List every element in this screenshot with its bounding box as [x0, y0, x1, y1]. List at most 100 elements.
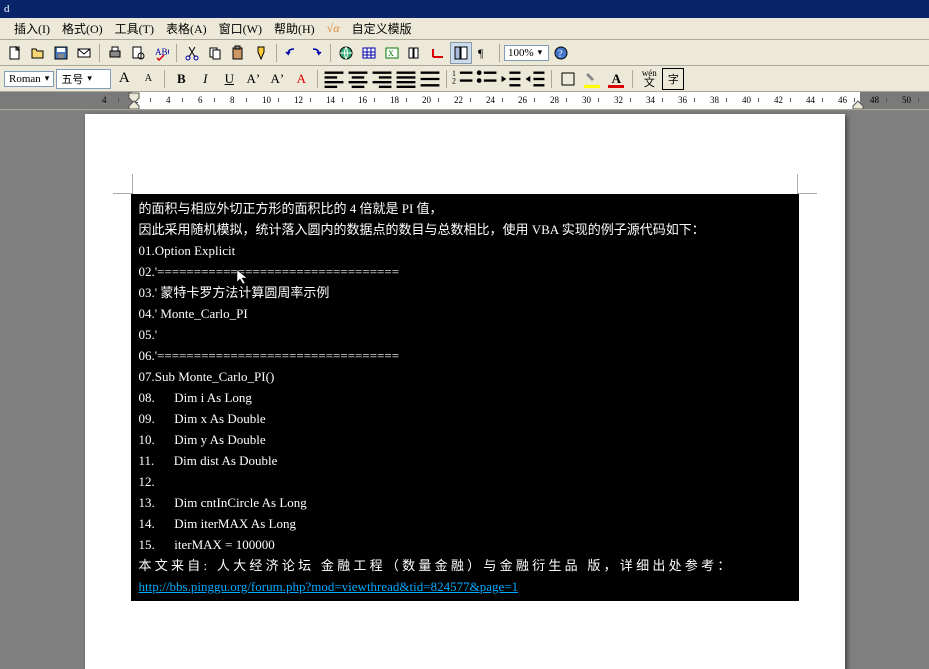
menu-custom-template[interactable]: 自定义模版	[346, 18, 418, 39]
separator	[551, 70, 552, 88]
align-distribute-button[interactable]	[419, 68, 441, 90]
menu-math[interactable]: √α	[327, 21, 340, 36]
print-preview-button[interactable]	[127, 42, 149, 64]
help-button[interactable]: ?	[550, 42, 572, 64]
separator	[632, 70, 633, 88]
columns-button[interactable]	[404, 42, 426, 64]
spellcheck-button[interactable]: ABC	[150, 42, 172, 64]
document-area[interactable]: 的面积与相应外切正方形的面积比的 4 倍就是 PI 值，因此采用随机模拟，统计落…	[0, 110, 929, 669]
code-line: 12.	[139, 471, 791, 492]
drawing-button[interactable]	[427, 42, 449, 64]
code-line: 的面积与相应外切正方形的面积比的 4 倍就是 PI 值，	[139, 198, 791, 219]
print-button[interactable]	[104, 42, 126, 64]
separator	[99, 44, 100, 62]
ruler-tick: 18	[390, 95, 399, 105]
numbered-list-button[interactable]: 12	[452, 68, 474, 90]
menu-tools[interactable]: 工具(T)	[109, 18, 160, 39]
ruler-tick: 24	[486, 95, 495, 105]
ruler-tick: 46	[838, 95, 847, 105]
ruler-tick: 30	[582, 95, 591, 105]
svg-text:ABC: ABC	[155, 47, 169, 57]
ruler-tick: 16	[358, 95, 367, 105]
ruler-tick: 32	[614, 95, 623, 105]
doc-map-button[interactable]	[450, 42, 472, 64]
separator	[164, 70, 165, 88]
undo-button[interactable]	[281, 42, 303, 64]
code-line: 13. Dim cntInCircle As Long	[139, 492, 791, 513]
svg-text:2: 2	[452, 76, 456, 85]
ruler-tick: 34	[646, 95, 655, 105]
subscript-button[interactable]: Aʼ	[266, 68, 288, 90]
highlight-color-button[interactable]	[581, 68, 603, 90]
ruler-tick: 6	[198, 95, 203, 105]
align-center-button[interactable]	[347, 68, 369, 90]
source-link-line: http://bbs.pinggu.org/forum.php?mod=view…	[139, 576, 791, 597]
hyperlink-button[interactable]	[335, 42, 357, 64]
code-line: 09. Dim x As Double	[139, 408, 791, 429]
italic-button[interactable]: I	[194, 68, 216, 90]
border-button[interactable]	[557, 68, 579, 90]
ruler-tick: 10	[262, 95, 271, 105]
format-painter-button[interactable]	[250, 42, 272, 64]
mail-button[interactable]	[73, 42, 95, 64]
menu-help[interactable]: 帮助(H)	[268, 18, 321, 39]
separator	[499, 44, 500, 62]
code-line: 10. Dim y As Double	[139, 429, 791, 450]
font-size-dropdown[interactable]: 五号▾	[56, 69, 111, 89]
left-indent-marker[interactable]	[128, 100, 140, 110]
grow-font-button[interactable]: A	[113, 68, 135, 90]
bullet-list-button[interactable]	[476, 68, 498, 90]
cut-button[interactable]	[181, 42, 203, 64]
title-text: d	[4, 3, 10, 15]
right-indent-marker[interactable]	[852, 100, 864, 110]
align-justify-button[interactable]	[395, 68, 417, 90]
menu-insert[interactable]: 插入(I)	[8, 18, 56, 39]
shrink-font-button[interactable]: A	[137, 68, 159, 90]
ruler-tick: 8	[230, 95, 235, 105]
horizontal-ruler[interactable]: 4246810121416182022242628303234363840424…	[0, 92, 929, 110]
code-line: 01.Option Explicit	[139, 240, 791, 261]
source-link[interactable]: http://bbs.pinggu.org/forum.php?mod=view…	[139, 579, 519, 594]
ruler-tick: 12	[294, 95, 303, 105]
paste-button[interactable]	[227, 42, 249, 64]
show-marks-button[interactable]: ¶	[473, 42, 495, 64]
underline-button[interactable]: U	[218, 68, 240, 90]
menu-window[interactable]: 窗口(W)	[213, 18, 268, 39]
superscript-button[interactable]: Aʼ	[242, 68, 264, 90]
chevron-down-icon: ▾	[87, 73, 92, 84]
separator	[317, 70, 318, 88]
char-format-button[interactable]: A	[290, 68, 312, 90]
save-button[interactable]	[50, 42, 72, 64]
new-doc-button[interactable]	[4, 42, 26, 64]
svg-text:?: ?	[558, 49, 563, 60]
align-left-button[interactable]	[323, 68, 345, 90]
char-border-button[interactable]: 字	[662, 68, 684, 90]
copy-button[interactable]	[204, 42, 226, 64]
margin-corner	[113, 174, 133, 194]
align-right-button[interactable]	[371, 68, 393, 90]
redo-button[interactable]	[304, 42, 326, 64]
menu-format[interactable]: 格式(O)	[56, 18, 109, 39]
decrease-indent-button[interactable]	[500, 68, 522, 90]
ruler-tick: 14	[326, 95, 335, 105]
menu-table[interactable]: 表格(A)	[160, 18, 213, 39]
code-line: 02.'=================================	[139, 261, 791, 282]
ruler-tick: 44	[806, 95, 815, 105]
open-button[interactable]	[27, 42, 49, 64]
increase-indent-button[interactable]	[524, 68, 546, 90]
code-line: 15. iterMAX = 100000	[139, 534, 791, 555]
chevron-down-icon: ▾	[538, 47, 543, 58]
document-content[interactable]: 的面积与相应外切正方形的面积比的 4 倍就是 PI 值，因此采用随机模拟，统计落…	[131, 194, 799, 601]
format-toolbar: Roman▾ 五号▾ A A B I U Aʼ Aʼ A 12 A wén文 字	[0, 66, 929, 92]
bold-button[interactable]: B	[170, 68, 192, 90]
excel-button[interactable]: X	[381, 42, 403, 64]
phonetic-button[interactable]: wén文	[638, 68, 660, 90]
ruler-tick: 40	[742, 95, 751, 105]
table-button[interactable]	[358, 42, 380, 64]
code-line: 07.Sub Monte_Carlo_PI()	[139, 366, 791, 387]
font-name-dropdown[interactable]: Roman▾	[4, 71, 54, 87]
code-line: 11. Dim dist As Double	[139, 450, 791, 471]
zoom-dropdown[interactable]: 100%▾	[504, 45, 549, 61]
font-color-button[interactable]: A	[605, 68, 627, 90]
separator	[176, 44, 177, 62]
